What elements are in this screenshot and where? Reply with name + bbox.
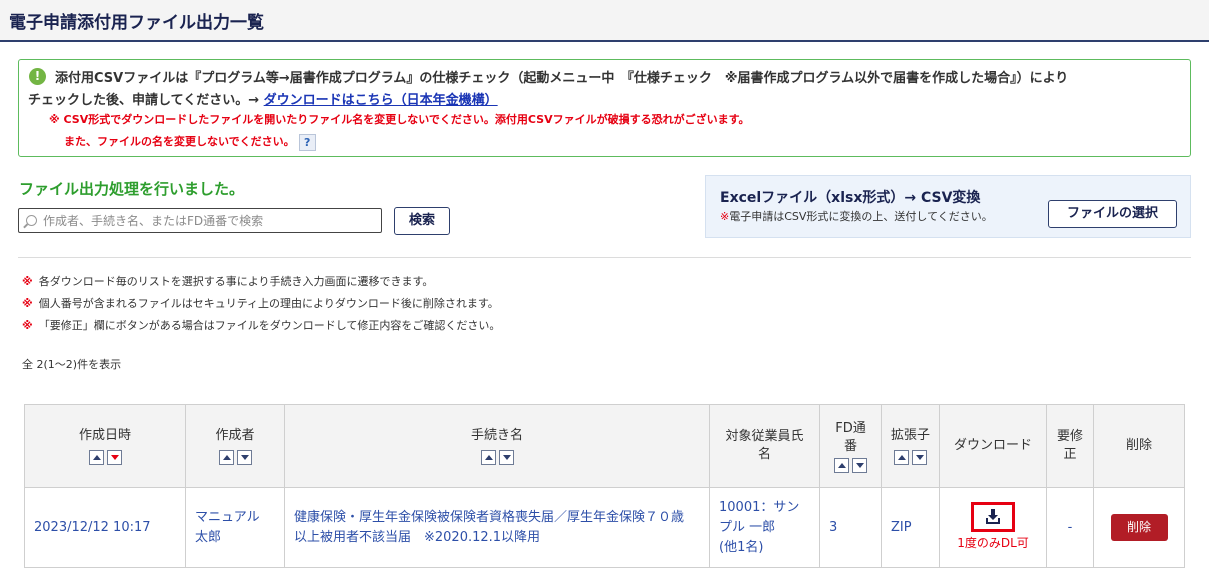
sort-asc-icon[interactable] [218,450,234,465]
cell-procedure[interactable]: 健康保険・厚生年金保険被保険者資格喪失届／厚生年金保険７０歳 以上被用者不該当届… [284,487,710,568]
col-employee: 対象従業員氏 名 [709,404,820,488]
col-fix: 要修 正 [1046,404,1094,488]
search-button[interactable]: 検索 [394,207,450,235]
note-text: 「要修正」欄にボタンがある場合はファイルをダウンロードして修正内容をご確認くださ… [38,319,501,332]
note-item: ※ 「要修正」欄にボタンがある場合はファイルをダウンロードして修正内容をご確認くだ… [22,317,500,339]
table-header-row: 作成日時 作成者 手続き名 対象従業員氏 名 FD通 番 拡張子 ダウンロード … [24,404,1185,488]
cell-download: 1度のみDL可 [939,487,1047,568]
download-link[interactable]: ダウンロードはこちら（日本年金機構） [264,93,498,108]
cell-fix: - [1046,487,1094,568]
divider [18,257,1191,258]
result-count: 全 2(1〜2)件を表示 [22,358,122,371]
col-procedure: 手続き名 [284,404,710,488]
cell-extension[interactable]: ZIP [881,487,940,568]
sort-desc-icon[interactable] [106,450,122,465]
excel-note-text: 電子申請はCSV形式に変換の上、送付してください。 [729,210,993,223]
file-list-table: 作成日時 作成者 手続き名 対象従業員氏 名 FD通 番 拡張子 ダウンロード … [24,404,1185,568]
note-mark: ※ [720,210,730,223]
note-text: 各ダウンロード毎のリストを選択する事により手続き入力画面に遷移できます。 [38,275,434,288]
notice-text: 添付用CSVファイルは『プログラム等→届書作成プログラム』の仕様チェック（起動メ… [55,71,1069,86]
employee-line: (他1名) [719,539,764,555]
procedure-line: 以上被用者不該当届 ※2020.12.1以降用 [294,529,541,545]
notice-text-2: チェックした後、申請してください。→ ダウンロードはこちら（日本年金機構） [28,89,498,108]
note-mark: ※ [22,319,33,332]
help-button[interactable]: ? [298,133,316,151]
sort-asc-icon[interactable] [894,450,909,465]
page-header: 電子申請添付用ファイル出力一覧 [0,0,1209,42]
col-download: ダウンロード [939,404,1047,488]
sort-desc-icon[interactable] [498,450,514,465]
note-item: ※ 各ダウンロード毎のリストを選択する事により手続き入力画面に遷移できます。 [22,273,500,295]
search-box [18,208,382,233]
select-file-button[interactable]: ファイルの選択 [1048,200,1177,228]
sort-asc-icon[interactable] [88,450,104,465]
col-fd-number: FD通 番 [819,404,882,488]
col-delete: 削除 [1093,404,1185,488]
note-text: 個人番号が含まれるファイルはセキュリティ上の理由によりダウンロード後に削除されま… [38,297,499,310]
employee-line: プル 一郎 [719,519,776,535]
cell-author[interactable]: マニュアル 太郎 [185,487,285,568]
col-label: 拡張子 [890,428,930,443]
download-icon [986,509,1000,524]
col-label: 要修 [1056,429,1083,444]
table-row[interactable]: 2023/12/12 10:17 マニュアル 太郎 健康保険・厚生年金保険被保険… [24,487,1185,568]
col-label: 手続き名 [470,428,523,443]
sort-desc-icon[interactable] [912,450,927,465]
excel-convert-title: Excelファイル（xlsx形式）→ CSV変換 [720,190,981,206]
sort-desc-icon[interactable] [236,450,252,465]
status-message: ファイル出力処理を行いました。 [19,180,245,198]
cell-created-at[interactable]: 2023/12/12 10:17 [24,487,186,568]
excel-convert-note: ※電子申請はCSV形式に変換の上、送付してください。 [720,208,993,224]
sort-asc-icon[interactable] [480,450,496,465]
col-label: FD通 [835,420,866,436]
note-item: ※ 個人番号が含まれるファイルはセキュリティ上の理由によりダウンロード後に削除され… [22,295,500,317]
employee-line: 10001：サン [719,499,800,515]
notice-text-prefix: チェックした後、申請してください。→ [28,93,264,108]
search-icon [26,215,37,226]
cell-fd-number[interactable]: 3 [819,487,882,568]
cell-employee[interactable]: 10001：サン プル 一郎 (他1名) [709,487,820,568]
col-label: 名 [757,447,771,462]
col-label: 正 [1063,447,1077,462]
col-label: 作成日時 [78,428,131,443]
warning-text-2: また、ファイルの名を変更しないでください。? [64,133,316,151]
warning-text-2-label: また、ファイルの名を変更しないでください。 [64,135,295,148]
notes-list: ※ 各ダウンロード毎のリストを選択する事により手続き入力画面に遷移できます。 ※ 個… [22,273,500,339]
sort-asc-icon[interactable] [834,457,849,473]
col-author: 作成者 [185,404,285,488]
delete-button[interactable]: 削除 [1110,514,1168,541]
download-limit-note: 1度のみDL可 [957,536,1029,550]
col-created-at: 作成日時 [24,404,186,488]
note-mark: ※ [22,275,33,288]
col-extension: 拡張子 [881,404,940,488]
col-label: 番 [843,438,857,454]
page-title: 電子申請添付用ファイル出力一覧 [9,13,264,33]
notice-box: ! 添付用CSVファイルは『プログラム等→届書作成プログラム』の仕様チェック（起… [18,59,1191,157]
col-label: 作成者 [215,428,255,443]
excel-convert-panel: Excelファイル（xlsx形式）→ CSV変換 ※電子申請はCSV形式に変換の… [705,175,1191,238]
procedure-line: 健康保険・厚生年金保険被保険者資格喪失届／厚生年金保険７０歳 [294,509,685,525]
exclamation-icon: ! [29,68,46,85]
note-mark: ※ [22,297,33,310]
col-label: 対象従業員氏 [725,429,804,444]
download-button[interactable] [971,502,1015,532]
author-line: マニュアル [195,509,260,525]
warning-text: ※ CSV形式でダウンロードしたファイルを開いたりファイル名を変更しないでくださ… [49,113,750,126]
search-input[interactable] [43,210,377,231]
sort-desc-icon[interactable] [852,457,867,473]
author-line: 太郎 [195,529,222,545]
cell-delete: 削除 [1093,487,1185,568]
